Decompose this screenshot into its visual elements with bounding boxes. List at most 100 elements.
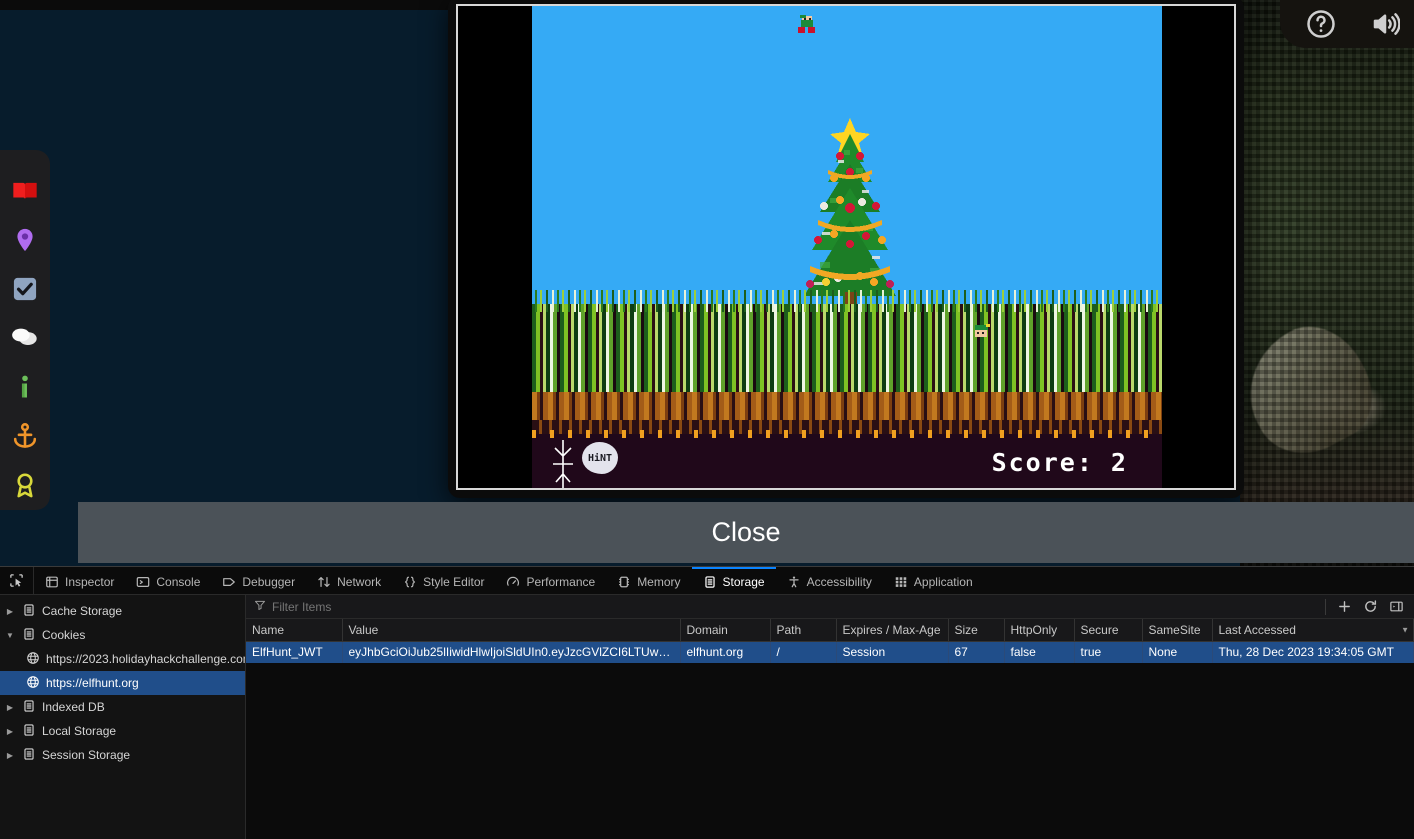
game-canvas[interactable]: HiNT Score: 2: [532, 6, 1162, 488]
tab-console[interactable]: Console: [125, 567, 211, 594]
performance-icon: [506, 575, 520, 589]
cell-size: 67: [948, 641, 1005, 663]
checkbox-icon: [11, 275, 39, 303]
tab-performance[interactable]: Performance: [495, 567, 606, 594]
table-header: Name Value Domain Path Expires / Max-Age…: [246, 619, 1414, 642]
globe-icon: [26, 651, 40, 668]
sidebar-item-info[interactable]: [3, 363, 47, 412]
tree-item-origin-elfhunt[interactable]: https://elfhunt.org: [0, 671, 245, 695]
table-header-row: Name Value Domain Path Expires / Max-Age…: [246, 619, 1414, 642]
column-header-samesite[interactable]: SameSite: [1142, 619, 1213, 642]
accessibility-icon: [787, 575, 801, 589]
hint-bubble[interactable]: HiNT: [582, 442, 618, 474]
tree-item-label: Cookies: [42, 628, 86, 642]
column-header-secure[interactable]: Secure: [1074, 619, 1143, 642]
tab-application[interactable]: Application: [883, 567, 984, 594]
column-header-last-accessed[interactable]: Last Accessed ▼: [1212, 619, 1414, 642]
filter-input[interactable]: [272, 599, 1315, 614]
tab-label: Memory: [637, 574, 681, 589]
tab-inspector[interactable]: Inspector: [34, 567, 125, 594]
tree-item-indexed-db[interactable]: ▶ Indexed DB: [0, 695, 245, 719]
tab-accessibility[interactable]: Accessibility: [776, 567, 883, 594]
tree-item-label: https://elfhunt.org: [46, 676, 139, 690]
cell-name: ElfHunt_JWT: [246, 641, 343, 663]
tab-debugger[interactable]: Debugger: [211, 567, 306, 594]
cell-httponly: false: [1004, 641, 1075, 663]
chat-icon: [11, 324, 39, 352]
column-header-httponly[interactable]: HttpOnly: [1004, 619, 1075, 642]
sidebar-item-map[interactable]: [3, 215, 47, 264]
memory-icon: [617, 575, 631, 589]
tree-item-cache-storage[interactable]: ▶ Cache Storage: [0, 599, 245, 623]
filter-icon: [254, 599, 266, 614]
cell-path: /: [770, 641, 837, 663]
storage-icon: [22, 723, 36, 740]
sidebar-item-chat[interactable]: [3, 313, 47, 362]
map-pin-icon: [11, 226, 39, 254]
column-header-size[interactable]: Size: [948, 619, 1005, 642]
score-display: Score: 2: [991, 448, 1128, 477]
add-item-icon[interactable]: [1332, 596, 1356, 618]
storage-icon: [22, 747, 36, 764]
chevron-down-icon[interactable]: ▼: [4, 631, 16, 640]
close-button[interactable]: Close: [78, 502, 1414, 563]
tab-storage[interactable]: Storage: [691, 567, 776, 594]
table-row[interactable]: ElfHunt_JWT eyJhbGciOiJub25lIiwidHlwIjoi…: [246, 641, 1414, 663]
column-header-domain[interactable]: Domain: [680, 619, 771, 642]
tree-item-local-storage[interactable]: ▶ Local Storage: [0, 719, 245, 743]
tab-network[interactable]: Network: [306, 567, 392, 594]
tree-item-label: Indexed DB: [42, 700, 105, 714]
style-editor-icon: [403, 575, 417, 589]
split-console-icon[interactable]: [1384, 596, 1408, 618]
column-header-expires[interactable]: Expires / Max-Age: [836, 619, 949, 642]
sidebar-item-book[interactable]: [3, 166, 47, 215]
sidebar-item-anchor[interactable]: [3, 412, 47, 461]
refresh-icon[interactable]: [1358, 596, 1382, 618]
divider: [1325, 598, 1326, 615]
tree-item-cookies[interactable]: ▼ Cookies: [0, 623, 245, 647]
cookie-table-container[interactable]: Name Value Domain Path Expires / Max-Age…: [246, 619, 1414, 839]
application-icon: [894, 575, 908, 589]
tab-label: Style Editor: [423, 574, 485, 589]
chevron-right-icon[interactable]: ▶: [4, 727, 16, 736]
tree-item-origin-holidayhack[interactable]: https://2023.holidayhackchallenge.com: [0, 647, 245, 671]
filter-bar: [246, 595, 1414, 619]
question-mark-circle-icon[interactable]: [1306, 9, 1336, 39]
storage-icon: [22, 627, 36, 644]
element-picker-icon[interactable]: [0, 567, 34, 594]
elf-sprite-flying: [794, 14, 820, 36]
tab-label: Performance: [526, 574, 596, 589]
column-header-name[interactable]: Name: [246, 619, 343, 642]
tab-memory[interactable]: Memory: [606, 567, 691, 594]
speaker-on-icon[interactable]: [1370, 9, 1401, 39]
tree-item-label: Local Storage: [42, 724, 117, 738]
left-icon-rail: [0, 150, 50, 510]
globe-icon: [26, 675, 40, 692]
devtools-tab-bar: Inspector Console Debugger Network Style…: [0, 567, 1414, 595]
chevron-down-icon[interactable]: ▼: [1401, 625, 1409, 634]
elf-sprite-in-grass: [969, 320, 995, 342]
chevron-right-icon[interactable]: ▶: [4, 607, 16, 616]
chevron-right-icon[interactable]: ▶: [4, 751, 16, 760]
storage-main-panel: Name Value Domain Path Expires / Max-Age…: [246, 595, 1414, 839]
debugger-icon: [222, 575, 236, 589]
game-hud-strip: HiNT Score: 2: [532, 430, 1162, 488]
storage-icon: [22, 699, 36, 716]
chevron-right-icon[interactable]: ▶: [4, 703, 16, 712]
column-header-value[interactable]: Value: [342, 619, 681, 642]
column-header-label: Last Accessed: [1218, 622, 1296, 637]
sidebar-item-tasks[interactable]: [3, 264, 47, 313]
column-header-path[interactable]: Path: [770, 619, 837, 642]
cookie-table: Name Value Domain Path Expires / Max-Age…: [246, 619, 1414, 663]
sidebar-item-award[interactable]: [3, 461, 47, 510]
cell-value: eyJhbGciOiJub25lIiwidHlwIjoiSldUIn0.eyJz…: [342, 641, 681, 663]
elf-hunt-game-modal: HiNT Score: 2: [448, 0, 1244, 498]
tree-item-session-storage[interactable]: ▶ Session Storage: [0, 743, 245, 767]
console-icon: [136, 575, 150, 589]
book-icon: [11, 177, 39, 205]
tab-style-editor[interactable]: Style Editor: [392, 567, 495, 594]
tab-label: Accessibility: [806, 574, 872, 589]
devtools-panel: Inspector Console Debugger Network Style…: [0, 566, 1414, 839]
forest-backdrop: [1226, 0, 1414, 566]
storage-tree: ▶ Cache Storage ▼ Cookies https://2023.h…: [0, 595, 246, 839]
